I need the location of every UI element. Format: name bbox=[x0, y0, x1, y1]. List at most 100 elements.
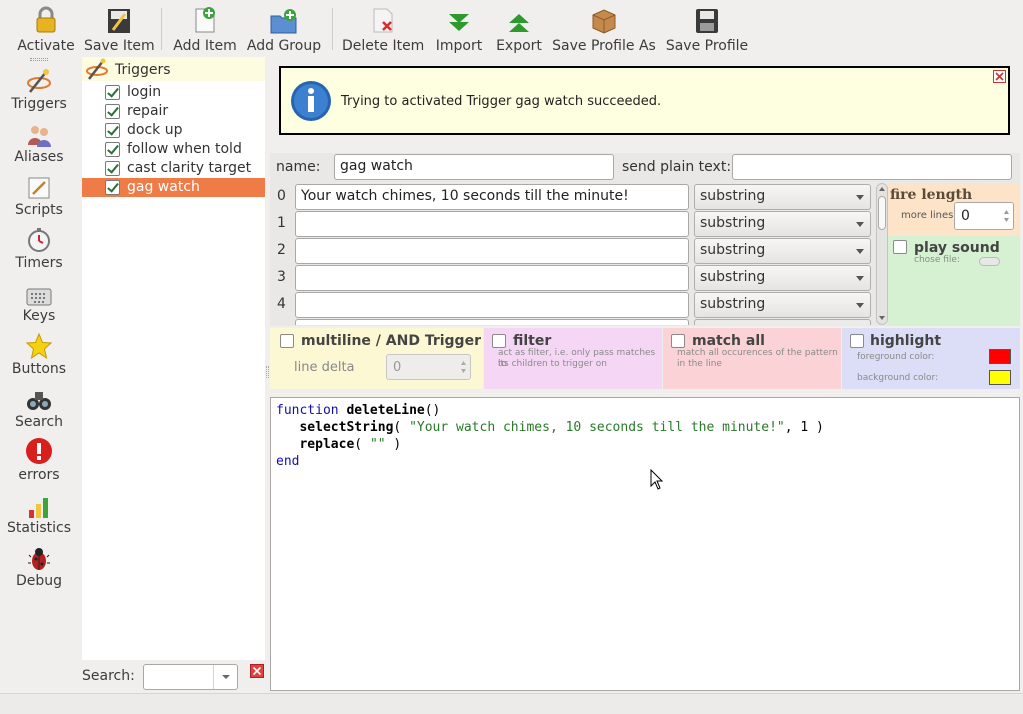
send-plain-text-input[interactable] bbox=[732, 154, 1012, 180]
scrollbar-thumb[interactable] bbox=[878, 196, 886, 230]
tree-item[interactable]: login bbox=[82, 83, 265, 102]
sidebar-item-errors[interactable]: errors bbox=[0, 437, 78, 483]
import-button[interactable]: Import bbox=[434, 4, 484, 54]
pattern-input[interactable] bbox=[295, 265, 689, 291]
delete-item-button[interactable]: Delete Item bbox=[342, 4, 424, 54]
pattern-input[interactable]: Your watch chimes, 10 seconds till the m… bbox=[295, 184, 689, 210]
sidebar-item-timers[interactable]: Timers bbox=[0, 225, 78, 271]
active-checkbox[interactable] bbox=[105, 180, 120, 195]
add-item-button[interactable]: Add Item bbox=[172, 4, 238, 54]
banner-message: Trying to activated Trigger gag watch su… bbox=[341, 94, 662, 109]
line-delta-spinbox[interactable]: 0 bbox=[386, 354, 471, 380]
save-profile-as-label: Save Profile As bbox=[552, 38, 656, 54]
code-function-call: replace bbox=[299, 437, 355, 452]
pattern-scrollbar[interactable] bbox=[876, 183, 888, 325]
tree-item[interactable]: follow when told bbox=[82, 140, 265, 159]
sidebar-item-statistics[interactable]: Statistics bbox=[0, 490, 78, 536]
nav-label-keys: Keys bbox=[22, 308, 56, 324]
save-item-button[interactable]: Save Item bbox=[84, 4, 155, 54]
pattern-input-partial bbox=[295, 319, 689, 325]
pattern-type-select[interactable]: substring bbox=[694, 211, 871, 237]
tree-item[interactable]: repair bbox=[82, 102, 265, 121]
script-editor[interactable]: function deleteLine() selectString( "You… bbox=[270, 397, 1020, 691]
search-dropdown-button[interactable] bbox=[213, 665, 237, 689]
sidebar-item-debug[interactable]: Debug bbox=[0, 543, 78, 589]
chose-file-button[interactable] bbox=[979, 257, 1000, 266]
chevron-down-icon bbox=[856, 276, 864, 281]
code-string: "Your watch chimes, 10 seconds till the … bbox=[409, 420, 785, 435]
save-profile-as-button[interactable]: Save Profile As bbox=[552, 4, 656, 54]
play-sound-label: play sound bbox=[914, 240, 1000, 256]
activate-label: Activate bbox=[17, 38, 75, 54]
nav-label-timers: Timers bbox=[15, 255, 63, 271]
filter-checkbox[interactable] bbox=[492, 334, 506, 348]
tree-item-label: gag watch bbox=[127, 179, 200, 195]
export-icon bbox=[509, 14, 529, 32]
tree-item[interactable]: cast clarity target bbox=[82, 159, 265, 178]
active-checkbox[interactable] bbox=[105, 85, 120, 100]
export-button[interactable]: Export bbox=[494, 4, 544, 54]
play-sound-panel: play sound chose file: bbox=[888, 236, 1020, 326]
spin-arrows-icon[interactable] bbox=[460, 359, 467, 375]
pattern-type-select[interactable]: substring bbox=[694, 238, 871, 264]
match-all-checkbox[interactable] bbox=[671, 334, 685, 348]
background-color-label: background color: bbox=[857, 373, 939, 383]
sidebar-item-search[interactable]: Search bbox=[0, 384, 78, 430]
save-profile-button[interactable]: Save Profile bbox=[664, 4, 750, 54]
active-checkbox[interactable] bbox=[105, 161, 120, 176]
pattern-input[interactable] bbox=[295, 211, 689, 237]
tree-item-label: dock up bbox=[127, 122, 183, 138]
highlight-panel: highlight foreground color: background c… bbox=[842, 328, 1020, 389]
spin-arrows-icon[interactable] bbox=[1003, 208, 1010, 224]
search-combobox[interactable] bbox=[143, 664, 238, 690]
tree-item[interactable]: dock up bbox=[82, 121, 265, 140]
active-checkbox[interactable] bbox=[105, 123, 120, 138]
pattern-input[interactable] bbox=[295, 238, 689, 264]
sidebar-item-aliases[interactable]: Aliases bbox=[0, 119, 78, 165]
fire-length-title: fire length bbox=[890, 187, 973, 203]
binoculars-icon bbox=[27, 392, 51, 410]
more-lines-spinbox[interactable]: 0 bbox=[954, 202, 1014, 230]
filter-description-line-2: its children to trigger on bbox=[498, 359, 607, 369]
close-icon[interactable] bbox=[993, 70, 1006, 83]
background-color-swatch[interactable] bbox=[989, 370, 1011, 385]
sidebar-item-keys[interactable]: Keys bbox=[0, 278, 78, 324]
splitter-handle[interactable] bbox=[266, 366, 269, 378]
import-label: Import bbox=[435, 38, 483, 54]
nav-label-scripts: Scripts bbox=[15, 202, 63, 218]
pattern-type-select[interactable]: substring bbox=[694, 292, 871, 318]
pattern-type-select[interactable]: substring bbox=[694, 184, 871, 210]
delete-item-icon bbox=[373, 8, 393, 33]
chose-file-label: chose file: bbox=[914, 255, 960, 265]
active-checkbox[interactable] bbox=[105, 104, 120, 119]
status-bar bbox=[0, 693, 1023, 714]
trigger-tree: Triggers login repair dock up follow whe… bbox=[82, 57, 265, 660]
pattern-input[interactable] bbox=[295, 292, 689, 318]
tree-root-triggers[interactable]: Triggers bbox=[82, 57, 265, 81]
highlight-checkbox[interactable] bbox=[850, 334, 864, 348]
play-sound-checkbox[interactable] bbox=[893, 240, 907, 254]
multiline-checkbox[interactable] bbox=[280, 334, 294, 348]
sidebar-item-scripts[interactable]: Scripts bbox=[0, 172, 78, 218]
foreground-color-swatch[interactable] bbox=[989, 349, 1011, 364]
star-icon bbox=[26, 333, 52, 359]
add-group-button[interactable]: Add Group bbox=[246, 4, 322, 54]
chevron-down-icon bbox=[221, 675, 230, 679]
activate-button[interactable]: Activate bbox=[14, 4, 78, 54]
tree-item-selected[interactable]: gag watch bbox=[82, 178, 265, 197]
tree-item-label: cast clarity target bbox=[127, 160, 252, 176]
filter-panel: filter act as filter, i.e. only pass mat… bbox=[484, 328, 662, 389]
filter-label: filter bbox=[513, 333, 552, 349]
clear-search-icon[interactable] bbox=[250, 664, 264, 678]
scroll-down-icon[interactable] bbox=[878, 315, 886, 321]
pattern-type-select[interactable]: substring bbox=[694, 265, 871, 291]
scroll-up-icon[interactable] bbox=[878, 186, 886, 192]
name-input[interactable]: gag watch bbox=[334, 154, 614, 180]
sidebar-item-buttons[interactable]: Buttons bbox=[0, 331, 78, 377]
active-checkbox[interactable] bbox=[105, 142, 120, 157]
pattern-type-value: substring bbox=[700, 269, 766, 285]
sidebar-grip[interactable] bbox=[30, 58, 48, 61]
sidebar-item-triggers[interactable]: Triggers bbox=[0, 66, 78, 112]
chevron-down-icon bbox=[856, 222, 864, 227]
bug-icon bbox=[28, 548, 50, 570]
